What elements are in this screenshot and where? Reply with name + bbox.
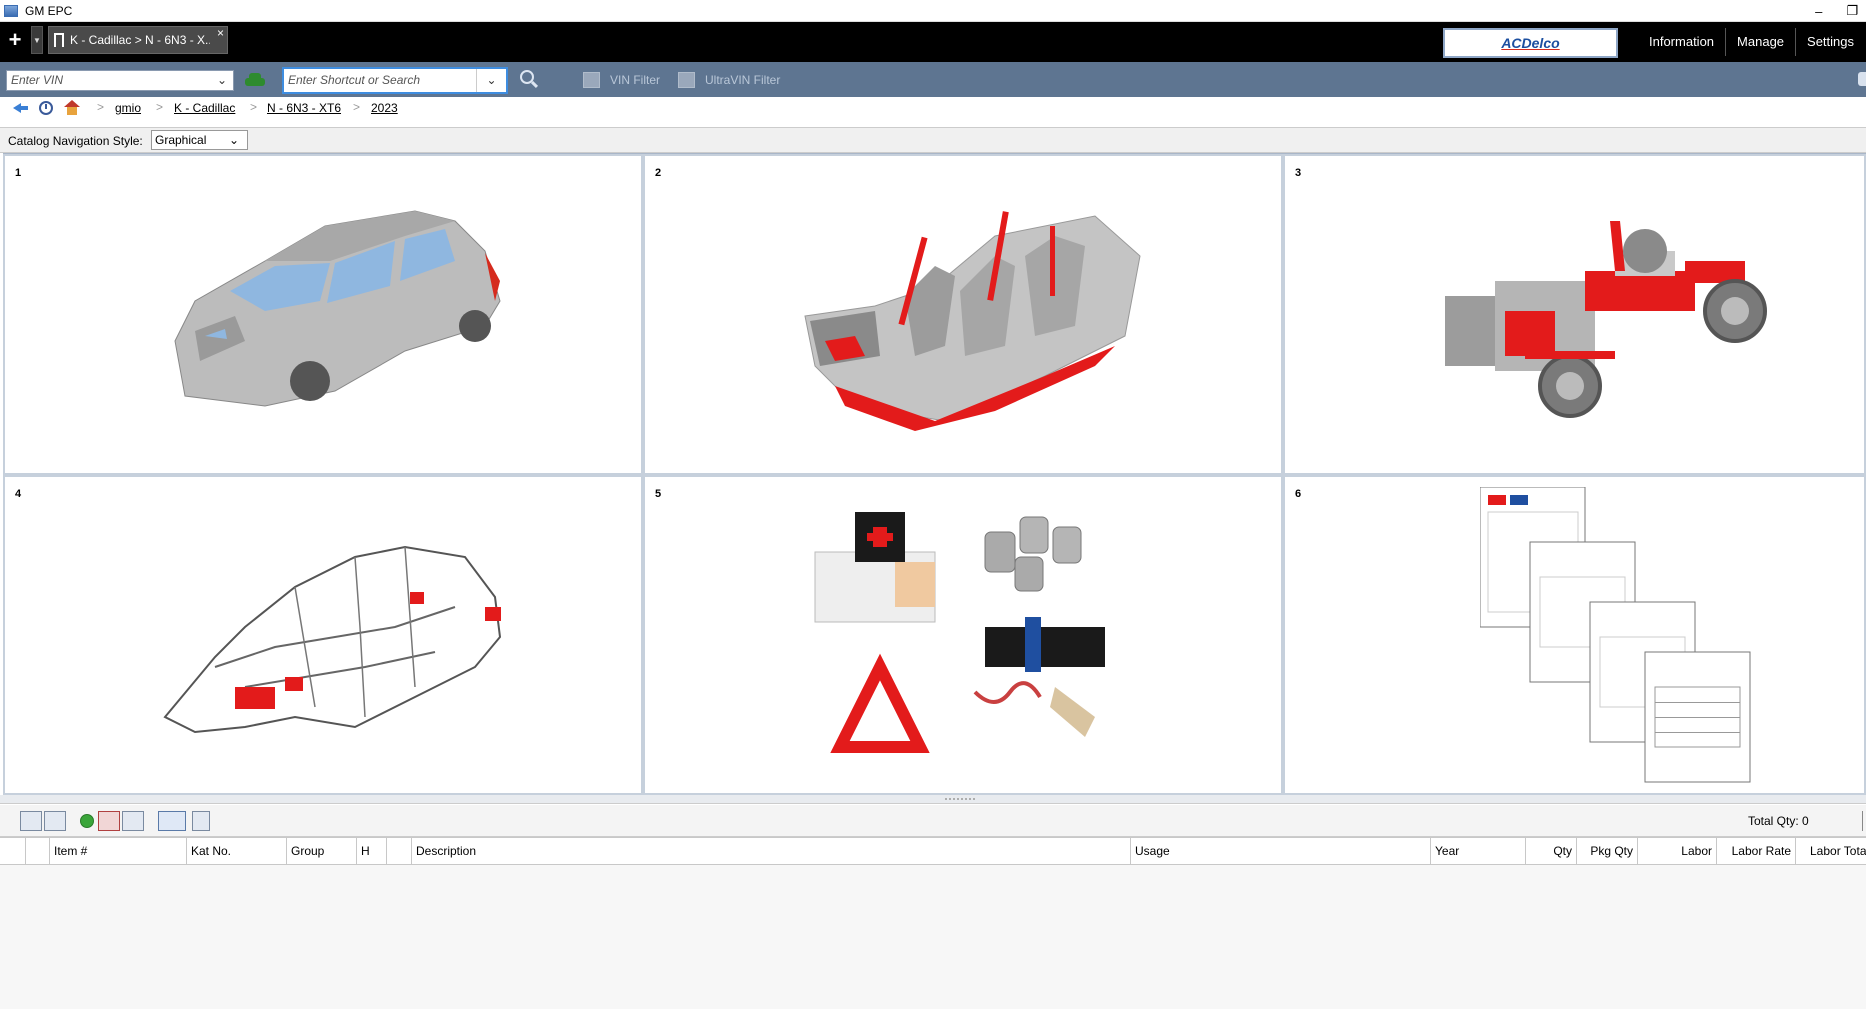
search-icon[interactable] — [520, 70, 540, 90]
column-labor-rate[interactable]: Labor Rate — [1717, 838, 1796, 864]
delete-item-icon[interactable] — [98, 811, 120, 831]
tab-label: K - Cadillac > N - 6N3 - X... — [70, 33, 210, 47]
edit-list-icon[interactable] — [20, 811, 42, 831]
vehicle-lookup-button[interactable] — [243, 70, 267, 90]
vin-filter-label: VIN Filter — [610, 73, 661, 87]
save-icon[interactable] — [44, 811, 66, 831]
parts-list-toolbar: Total Qty: 0 — [0, 805, 1866, 837]
vehicle-interior-image — [804, 211, 1141, 431]
breadcrumb-separator: > — [353, 100, 361, 114]
wiring-harness-image — [163, 545, 502, 734]
title-bar: GM EPC – ❐ — [0, 0, 1866, 22]
column-group[interactable]: Group — [287, 838, 357, 864]
column-h[interactable]: H — [357, 838, 387, 864]
cell-number: 1 — [15, 167, 22, 179]
chevron-down-icon: ⌄ — [228, 133, 239, 147]
vin-placeholder: Enter VIN — [11, 73, 64, 87]
powertrain-image — [1445, 221, 1767, 418]
minimize-button[interactable]: – — [1815, 4, 1822, 19]
breadcrumb-separator: > — [97, 100, 105, 114]
column-flag[interactable] — [26, 838, 50, 864]
total-qty: Total Qty: 0 — [1748, 814, 1809, 828]
home-icon[interactable] — [64, 100, 80, 116]
search-toolbar: Enter VIN ⌄ Enter Shortcut or Search ⌄ V… — [0, 62, 1866, 97]
nav-style-select[interactable]: Graphical ⌄ — [151, 130, 248, 150]
accessories-image — [814, 512, 1105, 753]
nav-manage[interactable]: Manage — [1725, 28, 1795, 56]
breadcrumb: > gmio > K - Cadillac > N - 6N3 - XT6 > … — [0, 97, 1866, 119]
column-select[interactable] — [0, 838, 26, 864]
cell-number: 3 — [1295, 167, 1302, 179]
column-labor[interactable]: Labor — [1638, 838, 1717, 864]
tab-catalog[interactable]: K - Cadillac > N - 6N3 - X... × — [48, 26, 228, 54]
brand-logo-text: ACDelco — [1501, 35, 1560, 51]
breadcrumb-gmio[interactable]: gmio — [115, 101, 141, 115]
panel-splitter[interactable] — [0, 795, 1866, 804]
parts-table-header: Item # Kat No. Group H Description Usage… — [0, 837, 1866, 865]
column-usage[interactable]: Usage — [1131, 838, 1431, 864]
tab-list-dropdown[interactable]: ▼ — [31, 26, 43, 54]
tab-bar: + ▼ K - Cadillac > N - 6N3 - X... × ACDe… — [0, 22, 1866, 62]
toolbar-overflow[interactable] — [1858, 72, 1866, 86]
ultravin-filter-label: UltraVIN Filter — [705, 73, 781, 87]
calculator-icon[interactable] — [192, 811, 210, 831]
back-arrow-icon[interactable] — [13, 100, 29, 116]
column-year[interactable]: Year — [1431, 838, 1526, 864]
column-qty[interactable]: Qty — [1526, 838, 1577, 864]
nav-information[interactable]: Information — [1638, 28, 1725, 56]
history-icon[interactable] — [38, 100, 54, 116]
vin-filter-checkbox[interactable] — [583, 72, 600, 88]
breadcrumb-model[interactable]: N - 6N3 - XT6 — [267, 101, 341, 115]
column-description[interactable]: Description — [412, 838, 1131, 864]
toolbar-edge — [1862, 811, 1866, 831]
cell-number: 2 — [655, 167, 662, 179]
column-pkg-qty[interactable]: Pkg Qty — [1577, 838, 1638, 864]
cell-number: 5 — [655, 488, 662, 500]
brand-logo[interactable]: ACDelco — [1443, 28, 1618, 58]
catalog-cell-interior[interactable]: 2 — [643, 154, 1283, 475]
grip-icon — [944, 797, 976, 801]
nav-style-value: Graphical — [155, 133, 207, 147]
window-title: GM EPC — [25, 3, 73, 18]
email-icon[interactable] — [158, 811, 186, 831]
catalog-cell-body[interactable]: 1 — [3, 154, 643, 475]
breadcrumb-make[interactable]: K - Cadillac — [174, 101, 235, 115]
chevron-down-icon[interactable]: ⌄ — [476, 69, 506, 92]
top-navigation: Information Manage Settings — [1638, 22, 1865, 62]
column-blank[interactable] — [387, 838, 412, 864]
documents-image — [1480, 487, 1751, 783]
add-tab-button[interactable]: + — [4, 29, 26, 51]
car-icon — [245, 78, 265, 86]
catalog-grid: 1 2 3 4 5 6 — [3, 153, 1866, 795]
column-labor-total[interactable]: Labor Total — [1796, 838, 1866, 864]
column-item-number[interactable]: Item # — [50, 838, 187, 864]
vehicle-body-image — [174, 210, 501, 407]
ultravin-filter-checkbox[interactable] — [678, 72, 695, 88]
search-input[interactable]: Enter Shortcut or Search ⌄ — [282, 67, 508, 94]
catalog-cell-powertrain[interactable]: 3 — [1283, 154, 1866, 475]
vin-input[interactable]: Enter VIN ⌄ — [6, 70, 234, 91]
add-item-icon[interactable] — [80, 814, 94, 828]
app-icon — [4, 4, 18, 17]
catalog-cell-electrical[interactable]: 4 — [3, 475, 643, 795]
catalog-cell-accessories[interactable]: 5 — [643, 475, 1283, 795]
breadcrumb-separator: > — [250, 100, 258, 114]
search-placeholder: Enter Shortcut or Search — [288, 73, 421, 87]
nav-settings[interactable]: Settings — [1795, 28, 1865, 56]
window-controls: – ❐ — [1815, 0, 1858, 22]
restore-button[interactable]: ❐ — [1846, 3, 1858, 19]
nav-style-label: Catalog Navigation Style: — [8, 134, 143, 148]
catalog-cell-documents[interactable]: 6 — [1283, 475, 1866, 795]
parts-table-body — [0, 865, 1866, 1009]
close-tab-icon[interactable]: × — [217, 26, 224, 40]
chevron-down-icon[interactable]: ⌄ — [217, 71, 227, 90]
catalog-nav-style-bar: Catalog Navigation Style: Graphical ⌄ — [0, 127, 1866, 153]
column-kat-no[interactable]: Kat No. — [187, 838, 287, 864]
bookmark-icon — [54, 33, 64, 47]
cell-number: 6 — [1295, 488, 1302, 500]
breadcrumb-separator: > — [156, 100, 164, 114]
copy-icon[interactable] — [122, 811, 144, 831]
cell-number: 4 — [15, 488, 22, 500]
breadcrumb-year[interactable]: 2023 — [371, 101, 398, 115]
